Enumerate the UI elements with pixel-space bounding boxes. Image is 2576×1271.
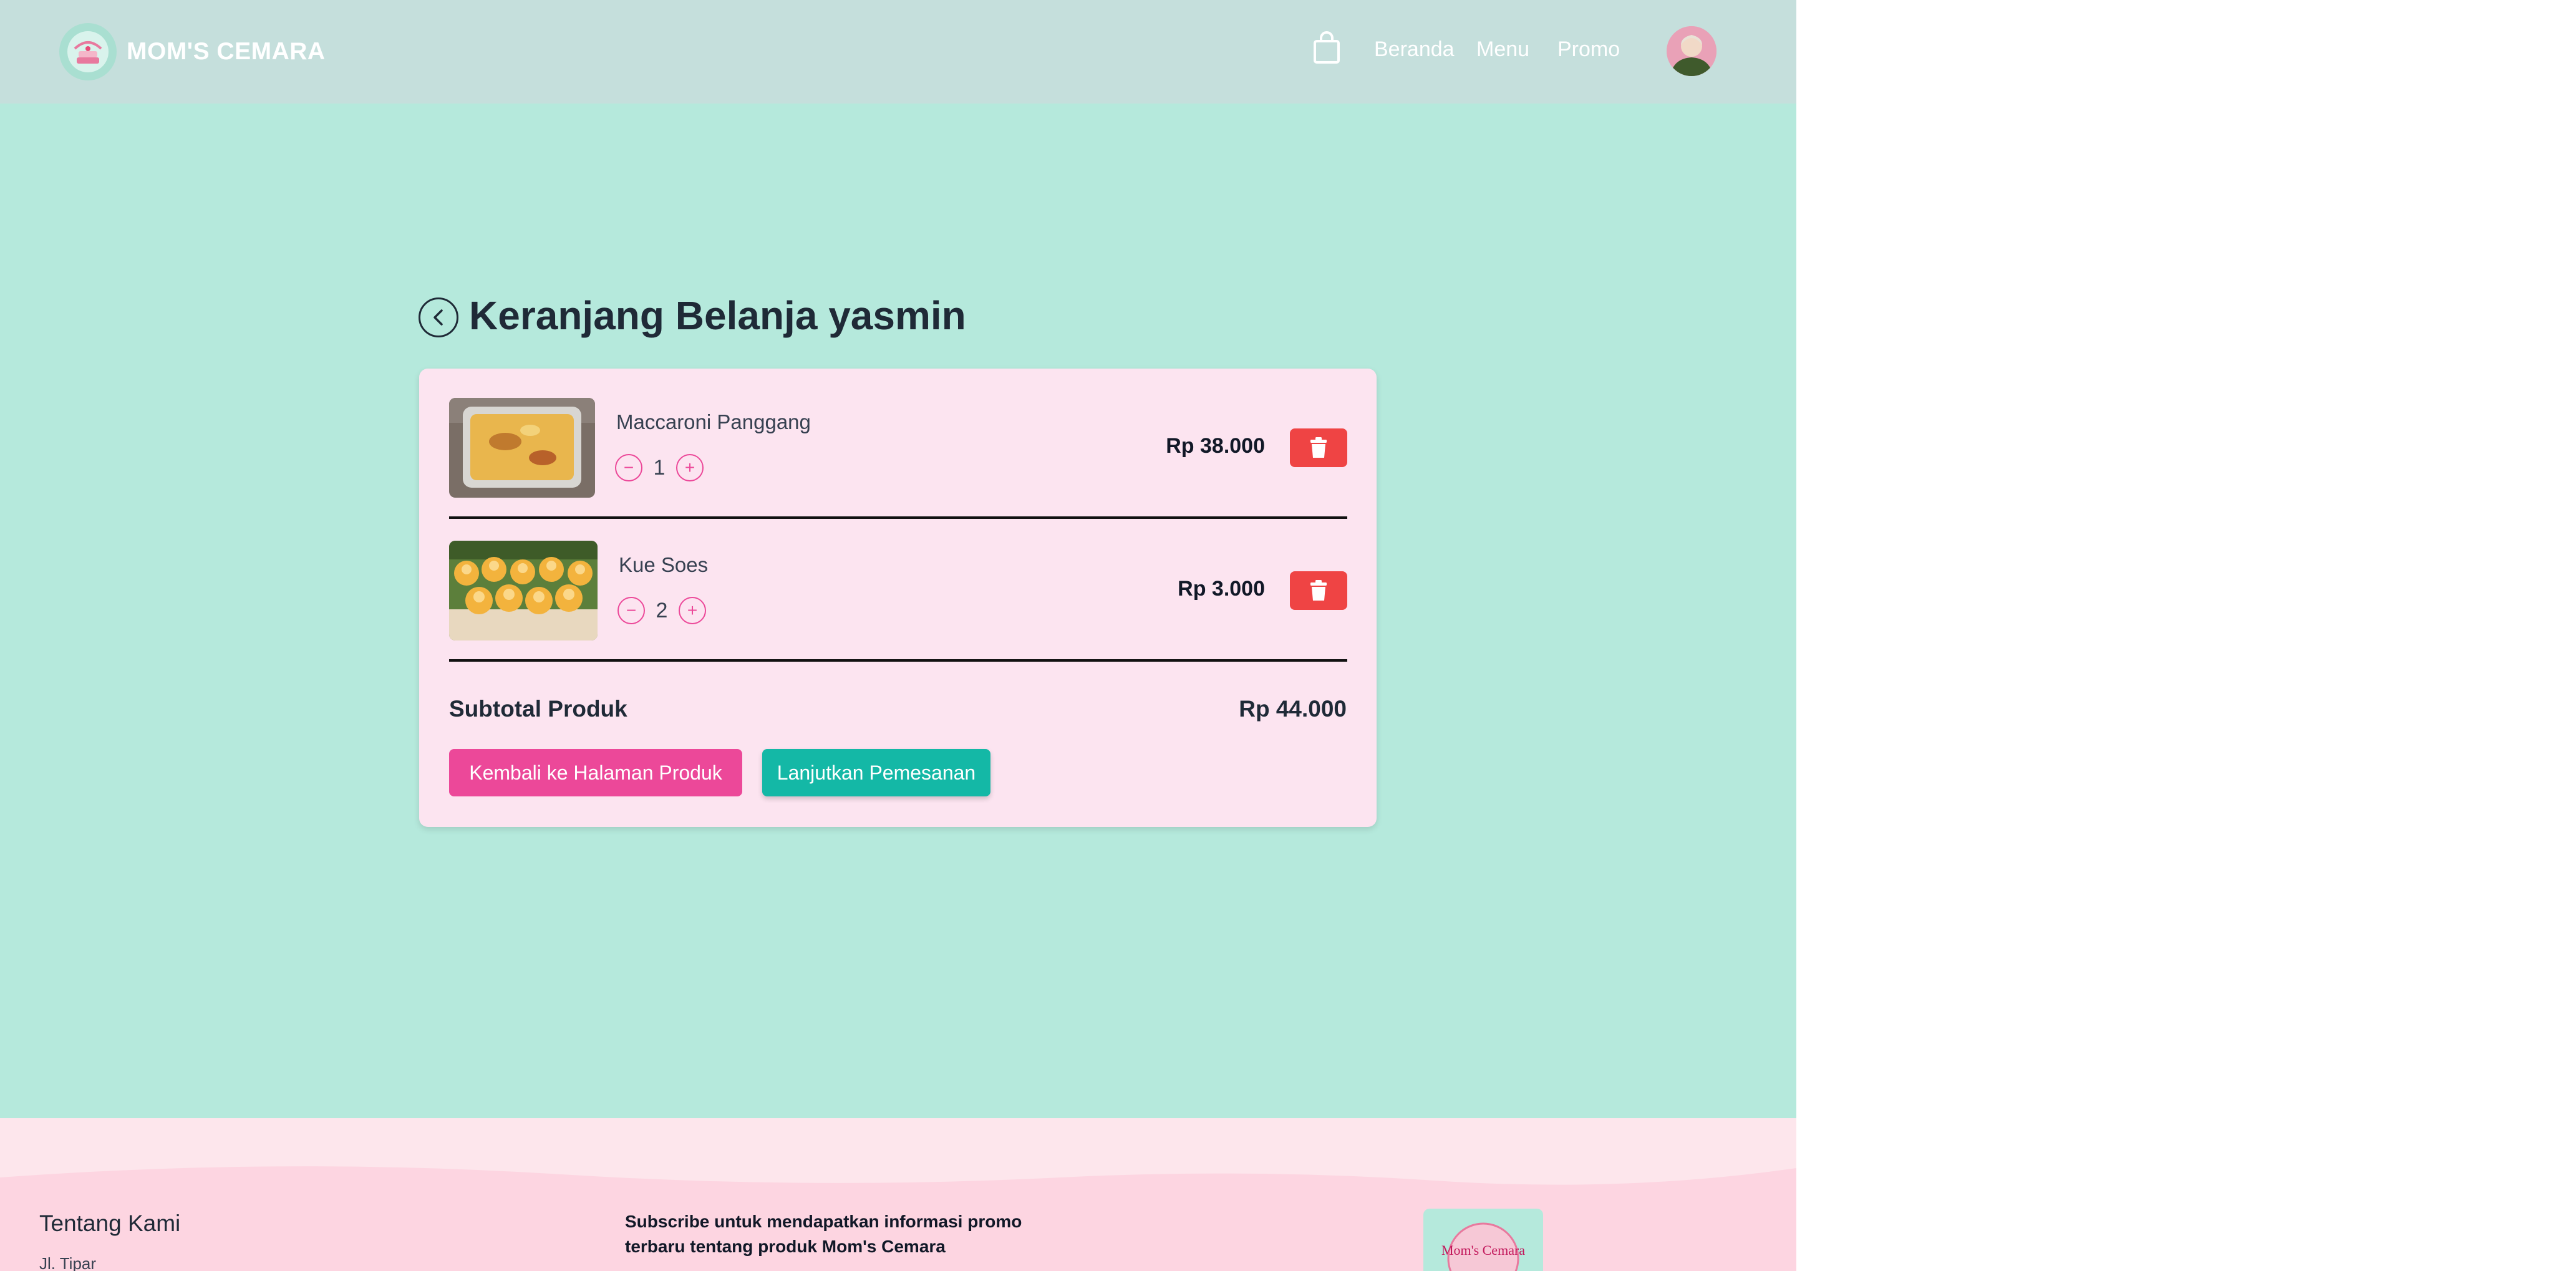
footer-logo-text: Mom's Cemara bbox=[1441, 1242, 1525, 1258]
subscribe-text: Subscribe untuk mendapatkan informasi pr… bbox=[625, 1212, 1022, 1256]
navbar: MOM'S CEMARA Beranda Menu Promo bbox=[0, 0, 1796, 104]
cart-item: Kue Soes − 2 + Rp 3.000 bbox=[449, 541, 1347, 640]
brand[interactable]: MOM'S CEMARA bbox=[59, 23, 326, 80]
app-window: MOM'S CEMARA Beranda Menu Promo Keranjan… bbox=[0, 0, 1796, 1271]
minus-icon[interactable]: − bbox=[617, 597, 645, 624]
item-price: Rp 38.000 bbox=[1166, 434, 1265, 458]
page-title: Keranjang Belanja yasmin bbox=[469, 293, 966, 338]
continue-order-button[interactable]: Lanjutkan Pemesanan bbox=[762, 749, 990, 796]
minus-icon[interactable]: − bbox=[615, 454, 642, 481]
brand-logo bbox=[59, 23, 117, 80]
subtotal-value: Rp 44.000 bbox=[1239, 696, 1347, 722]
item-name: Maccaroni Panggang bbox=[616, 410, 811, 433]
item-divider bbox=[449, 659, 1347, 662]
cake-logo-icon bbox=[67, 31, 109, 72]
user-avatar[interactable] bbox=[1667, 26, 1717, 76]
about-title: Tentang Kami bbox=[39, 1211, 181, 1236]
back-icon[interactable] bbox=[419, 297, 458, 337]
nav-link-beranda[interactable]: Beranda bbox=[1374, 37, 1455, 62]
shopping-bag-icon[interactable] bbox=[1312, 31, 1341, 68]
product-image-kue-soes bbox=[449, 541, 598, 640]
trash-icon bbox=[1310, 580, 1327, 601]
quantity-value: 2 bbox=[656, 598, 668, 622]
item-price: Rp 3.000 bbox=[1178, 577, 1265, 601]
cart-card: Maccaroni Panggang − 1 + Rp 38.000 Kue S… bbox=[419, 369, 1377, 827]
item-divider bbox=[449, 516, 1347, 519]
delete-button[interactable] bbox=[1290, 571, 1347, 610]
footer: Tentang Kami Jl. Tipar Subscribe untuk m… bbox=[0, 1118, 1796, 1271]
back-to-products-button[interactable]: Kembali ke Halaman Produk bbox=[449, 749, 742, 796]
quantity-stepper: − 1 + bbox=[615, 454, 704, 481]
delete-button[interactable] bbox=[1290, 428, 1347, 467]
footer-logo: Mom's Cemara bbox=[1423, 1209, 1543, 1271]
nav-link-menu[interactable]: Menu bbox=[1476, 37, 1529, 62]
trash-icon bbox=[1310, 437, 1327, 458]
quantity-value: 1 bbox=[653, 455, 666, 480]
plus-icon[interactable]: + bbox=[679, 597, 706, 624]
product-image-maccaroni bbox=[449, 398, 595, 498]
item-name: Kue Soes bbox=[619, 553, 709, 576]
cart-item: Maccaroni Panggang − 1 + Rp 38.000 bbox=[449, 398, 1347, 498]
subtotal-label: Subtotal Produk bbox=[449, 696, 627, 722]
nav-link-promo[interactable]: Promo bbox=[1557, 37, 1620, 62]
plus-icon[interactable]: + bbox=[676, 454, 704, 481]
quantity-stepper: − 2 + bbox=[617, 597, 706, 624]
about-address: Jl. Tipar bbox=[39, 1254, 97, 1271]
brand-name: MOM'S CEMARA bbox=[127, 38, 326, 65]
